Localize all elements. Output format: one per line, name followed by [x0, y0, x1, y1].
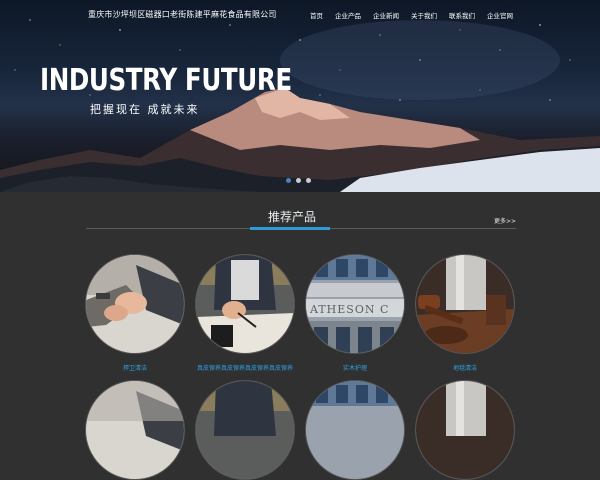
product-card[interactable]	[85, 380, 185, 480]
product-label[interactable]: 真皮保养真皮保养真皮保养真皮保养	[197, 363, 293, 372]
hero-banner: 重庆市沙坪坝区磁器口老街陈建平麻花食品有限公司 首页 企业产品 企业新闻 关于我…	[0, 0, 600, 192]
nav-news[interactable]: 企业新闻	[373, 10, 399, 20]
nav-home[interactable]: 首页	[310, 10, 323, 20]
product-card[interactable]	[195, 380, 295, 480]
nav-about[interactable]: 关于我们	[411, 10, 437, 20]
banner-slogan: 把握现在 成就未来	[90, 103, 200, 116]
section-title-underline	[250, 227, 330, 230]
product-image-gavel[interactable]	[415, 254, 515, 354]
product-image-handshake[interactable]	[85, 380, 185, 480]
company-name: 重庆市沙坪坝区磁器口老街陈建平麻花食品有限公司	[88, 10, 277, 19]
product-image-handshake[interactable]	[85, 254, 185, 354]
nav-official-site[interactable]: 企业官网	[487, 10, 513, 20]
product-list: 捍卫清洁 真皮保养真皮保养真皮保养真皮保养 ATHESON C 实木护理 地毯清…	[85, 254, 515, 372]
top-navigation: 首页 企业产品 企业新闻 关于我们 联系我们 企业官网	[310, 10, 513, 20]
product-list-row-2	[85, 380, 515, 480]
svg-text:ATHESON C: ATHESON C	[309, 303, 389, 316]
product-label[interactable]: 地毯清洁	[453, 363, 477, 372]
product-label[interactable]: 捍卫清洁	[123, 363, 147, 372]
more-link[interactable]: 更多>>	[494, 216, 516, 225]
nav-contact[interactable]: 联系我们	[449, 10, 475, 20]
product-image-gavel[interactable]	[415, 380, 515, 480]
product-image-building-facade[interactable]: ATHESON C	[305, 254, 405, 354]
product-image-signing-document[interactable]	[195, 254, 295, 354]
nav-products[interactable]: 企业产品	[335, 10, 361, 20]
product-card[interactable]: 地毯清洁	[415, 254, 515, 372]
section-title: 推荐产品	[268, 210, 317, 224]
product-image-building-facade[interactable]	[305, 380, 405, 480]
product-card[interactable]	[415, 380, 515, 480]
product-card[interactable]: 捍卫清洁	[85, 254, 185, 372]
slider-dots	[286, 178, 311, 183]
product-card[interactable]: 真皮保养真皮保养真皮保养真皮保养	[195, 254, 295, 372]
product-card[interactable]: ATHESON C 实木护理	[305, 254, 405, 372]
slider-dot-1[interactable]	[286, 178, 291, 183]
product-label[interactable]: 实木护理	[343, 363, 367, 372]
banner-headline: INDUSTRY FUTURE	[40, 63, 292, 98]
product-image-signing-document[interactable]	[195, 380, 295, 480]
slider-dot-3[interactable]	[306, 178, 311, 183]
product-card[interactable]	[305, 380, 405, 480]
recommended-products-header: 推荐产品 更多>>	[86, 206, 516, 230]
slider-dot-2[interactable]	[296, 178, 301, 183]
